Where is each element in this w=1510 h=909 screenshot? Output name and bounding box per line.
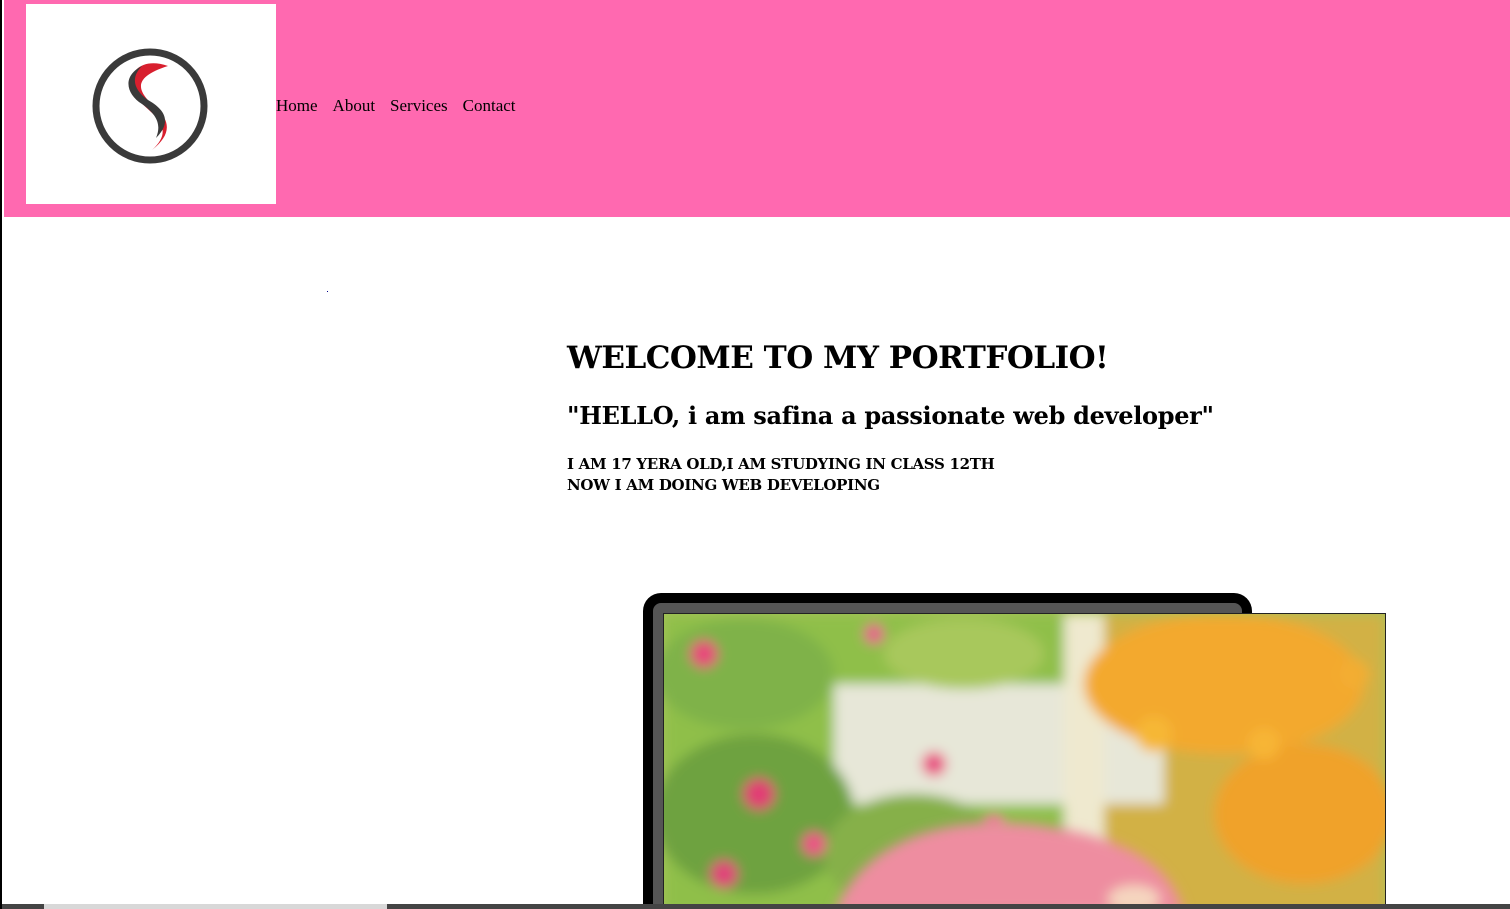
page: Home About Services Contact WELCOME TO M… (0, 0, 1510, 909)
profile-photo (663, 613, 1386, 909)
bio-line-1: I AM 17 YERA OLD,I AM STUDYING IN CLASS … (567, 455, 995, 473)
photo-illustration (664, 614, 1385, 909)
nav-about-link[interactable]: About (333, 96, 376, 116)
main-nav: Home About Services Contact (276, 96, 516, 116)
hero-subtitle: "HELLO, i am safina a passionate web dev… (567, 401, 1214, 430)
nav-contact-link[interactable]: Contact (463, 96, 516, 116)
horizontal-scrollbar[interactable] (2, 904, 1510, 909)
s-logo-icon (92, 48, 208, 164)
bio-line-2: NOW I AM DOING WEB DEVELOPING (567, 476, 880, 494)
logo[interactable] (26, 4, 276, 204)
nav-services-link[interactable]: Services (390, 96, 448, 116)
scrollbar-thumb[interactable] (44, 904, 387, 909)
site-header: Home About Services Contact (4, 0, 1510, 217)
nav-home-link[interactable]: Home (276, 96, 318, 116)
hero-section: WELCOME TO MY PORTFOLIO! "HELLO, i am sa… (567, 338, 1467, 496)
hero-title: WELCOME TO MY PORTFOLIO! (567, 340, 1109, 376)
stray-dot (327, 291, 328, 292)
hero-bio: I AM 17 YERA OLD,I AM STUDYING IN CLASS … (567, 454, 1467, 496)
